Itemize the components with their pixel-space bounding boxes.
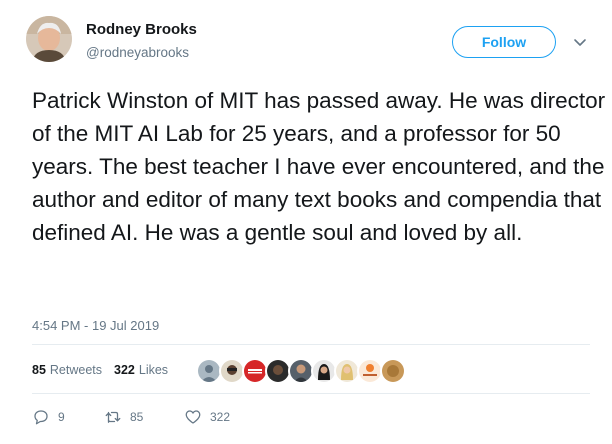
author-name[interactable]: Rodney Brooks [86, 21, 197, 38]
liker-avatar[interactable] [380, 358, 406, 384]
likes-stat-count: 322 [114, 363, 135, 377]
avatar-image [26, 16, 72, 62]
follow-button-label: Follow [481, 34, 527, 50]
author-avatar[interactable] [26, 16, 72, 62]
divider [32, 393, 590, 394]
retweet-icon [105, 411, 121, 423]
tweet-stats: 85 Retweets 322 Likes [32, 363, 168, 377]
retweets-stat-count: 85 [32, 363, 46, 377]
like-count: 322 [210, 410, 231, 424]
chevron-down-icon[interactable] [573, 36, 587, 50]
retweets-stat-label: Retweets [49, 363, 103, 377]
reply-count: 9 [58, 410, 65, 424]
heart-icon [185, 410, 201, 424]
tweet-timestamp[interactable]: 4:54 PM - 19 Jul 2019 [32, 318, 159, 333]
liker-avatars [196, 358, 406, 384]
likes-stat-label: Likes [138, 363, 169, 377]
reply-icon [34, 410, 48, 425]
retweet-count: 85 [130, 410, 144, 424]
retweets-stat[interactable]: 85 Retweets [32, 363, 102, 377]
like-button[interactable]: 322 [184, 408, 230, 426]
reply-button[interactable]: 9 [32, 408, 104, 426]
divider [32, 344, 590, 345]
retweet-button[interactable]: 85 [104, 408, 184, 426]
tweet-actions: 9 85 322 [32, 408, 230, 426]
likes-stat[interactable]: 322 Likes [114, 363, 168, 377]
author-handle[interactable]: @rodneyabrooks [86, 45, 189, 60]
tweet-text: Patrick Winston of MIT has passed away. … [32, 88, 606, 245]
follow-button[interactable]: Follow [452, 26, 556, 58]
